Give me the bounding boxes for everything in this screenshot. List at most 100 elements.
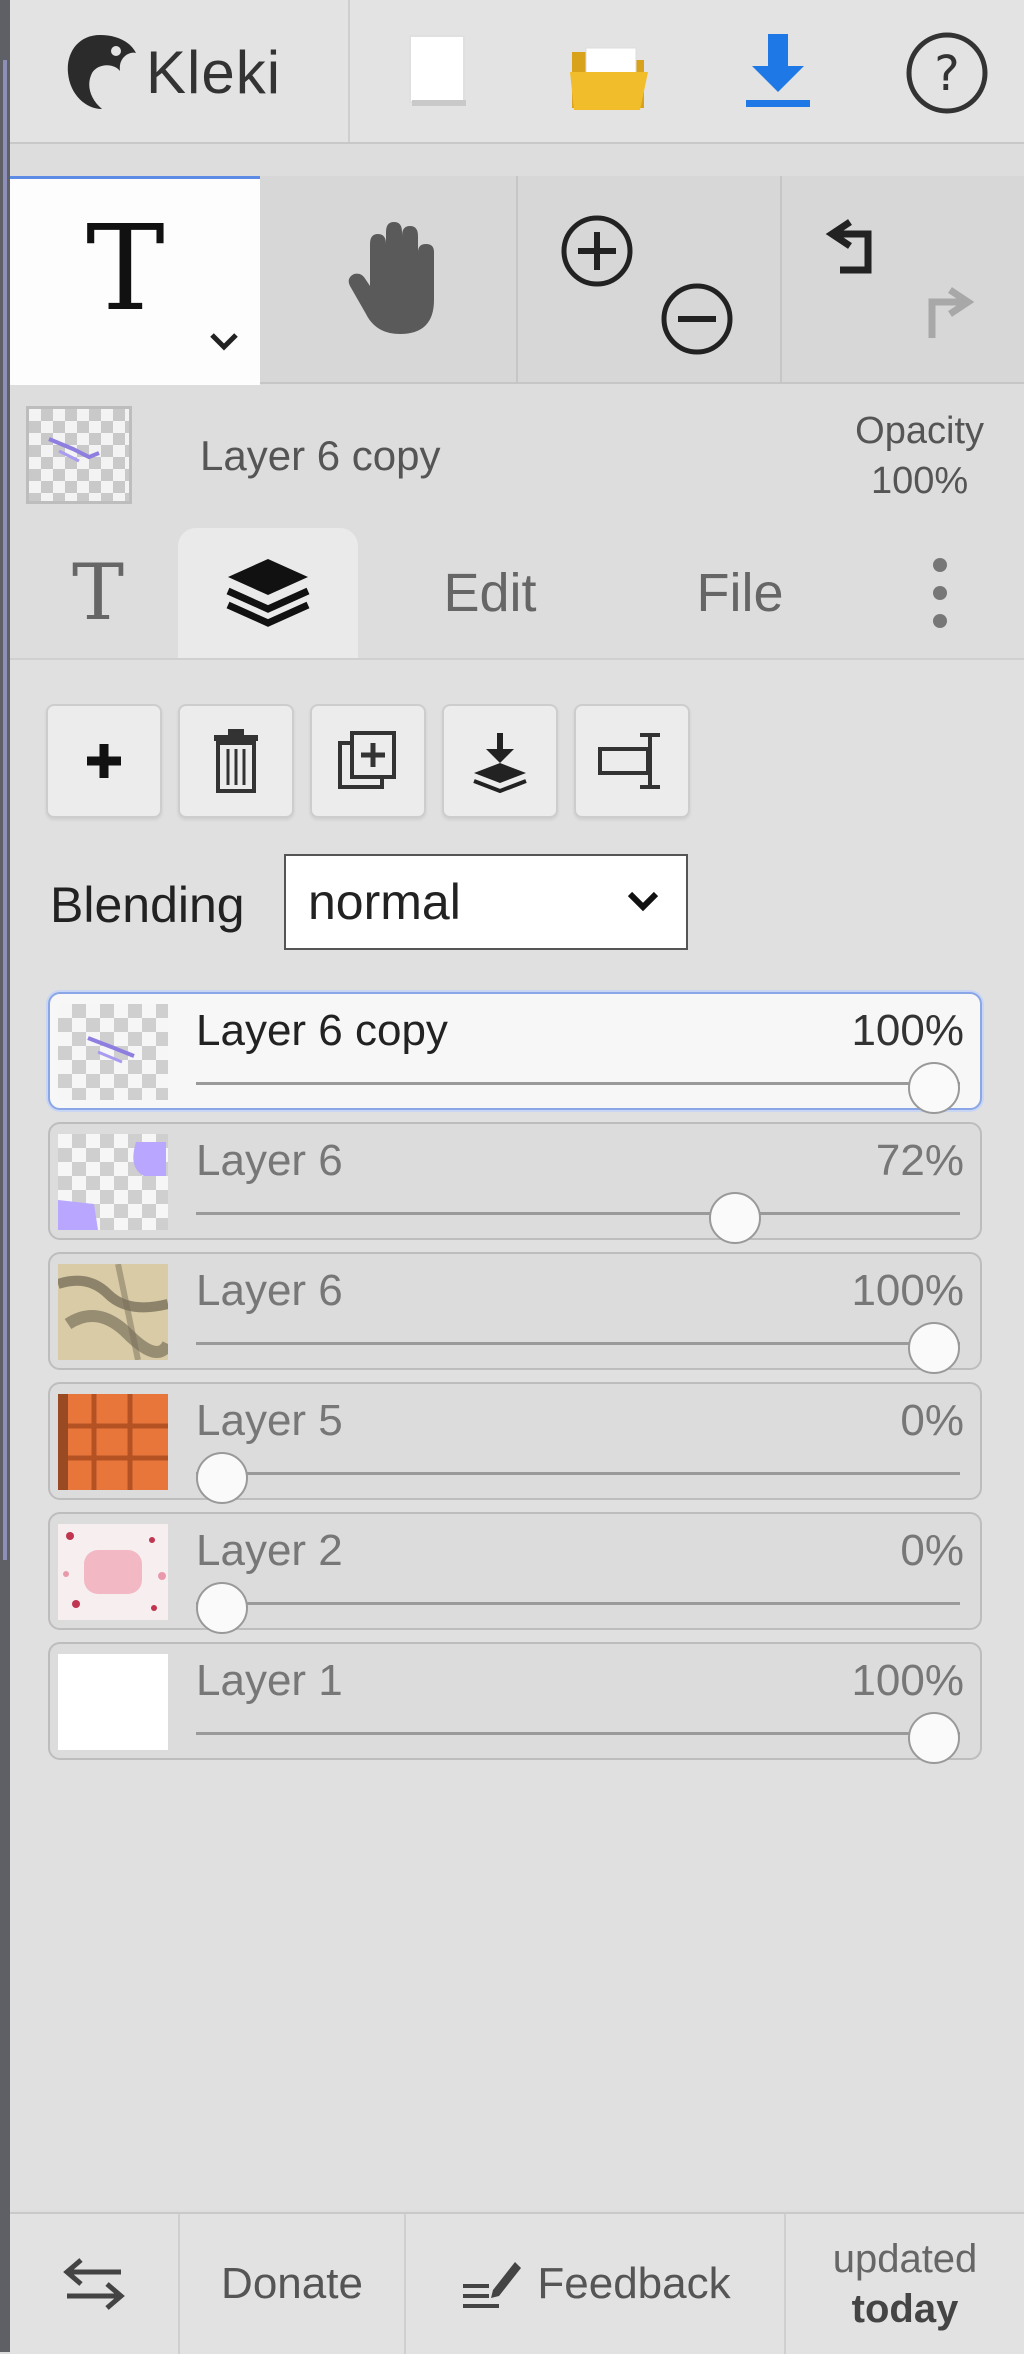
current-layer-thumbnail xyxy=(26,406,132,504)
opacity-slider-handle[interactable] xyxy=(196,1582,248,1634)
layer-name: Layer 6 copy xyxy=(196,1006,448,1055)
duplicate-icon xyxy=(338,731,396,789)
layer-thumbnail xyxy=(58,1134,168,1230)
thumbnail-sketch xyxy=(48,437,100,463)
tool-row: T xyxy=(10,176,1024,385)
merge-down-icon xyxy=(473,733,527,793)
layer-item[interactable]: Layer 2 0% xyxy=(48,1512,982,1634)
opacity-slider-handle[interactable] xyxy=(196,1452,248,1504)
opacity-slider-handle[interactable] xyxy=(908,1062,960,1114)
download-icon xyxy=(746,34,810,107)
blending-select[interactable]: normal xyxy=(284,854,688,950)
layer-item[interactable]: Layer 6 copy 100% xyxy=(48,992,982,1114)
layer-thumbnail xyxy=(58,1004,168,1100)
text-tool-button[interactable]: T xyxy=(10,176,260,385)
swap-arrows-icon xyxy=(63,2258,125,2310)
opacity-slider-handle[interactable] xyxy=(908,1322,960,1374)
zoom-out-icon xyxy=(661,283,733,355)
kleki-logo[interactable]: Kleki xyxy=(60,22,281,122)
hand-icon xyxy=(348,222,434,334)
merge-down-button[interactable] xyxy=(442,704,558,818)
current-layer-name: Layer 6 copy xyxy=(200,432,441,479)
download-button[interactable] xyxy=(740,30,816,117)
layer-name: Layer 2 xyxy=(196,1526,343,1575)
layer-thumbnail xyxy=(58,1524,168,1620)
tab-edit[interactable]: Edit xyxy=(380,528,600,658)
layer-item[interactable]: Layer 5 0% xyxy=(48,1382,982,1504)
updated-line-1: updated xyxy=(832,2237,978,2281)
donate-label: Donate xyxy=(221,2259,363,2308)
opacity-value: 100% xyxy=(870,460,969,502)
opacity-label: Opacity xyxy=(855,410,984,452)
divider xyxy=(780,176,782,382)
svg-text:?: ? xyxy=(934,46,959,102)
tab-layers[interactable] xyxy=(178,528,358,658)
updated-status: updated today xyxy=(833,2234,978,2334)
duplicate-layer-button[interactable] xyxy=(310,704,426,818)
layer-item[interactable]: Layer 6 72% xyxy=(48,1122,982,1244)
layer-name: Layer 6 xyxy=(196,1266,343,1315)
chevron-down-icon xyxy=(627,891,659,912)
rename-icon xyxy=(598,733,660,789)
panel-tabs: T Edit File xyxy=(10,528,1024,658)
chevron-down-icon[interactable] xyxy=(206,327,242,355)
tab-file-label: File xyxy=(696,563,784,623)
current-layer-info: Layer 6 copy Opacity 100% xyxy=(10,384,1024,514)
opacity-slider-track[interactable] xyxy=(196,1212,960,1215)
opacity-slider-track[interactable] xyxy=(196,1342,960,1345)
blending-value: normal xyxy=(308,874,461,930)
opacity-slider-track[interactable] xyxy=(196,1472,960,1475)
current-layer-opacity: Opacity 100% xyxy=(855,406,984,506)
layer-opacity: 100% xyxy=(851,1656,964,1705)
more-vertical-icon xyxy=(933,558,947,628)
layer-opacity: 0% xyxy=(900,1526,964,1575)
undo-icon xyxy=(825,219,872,274)
opacity-slider-track[interactable] xyxy=(196,1732,960,1735)
layer-opacity: 100% xyxy=(851,1266,964,1315)
layer-item[interactable]: Layer 1 100% xyxy=(48,1642,982,1764)
canvas-edge-accent xyxy=(3,60,7,1560)
zoom-out-button[interactable] xyxy=(658,280,736,363)
more-menu-button[interactable] xyxy=(890,528,990,658)
hand-tool-button[interactable] xyxy=(340,216,450,349)
zoom-in-icon xyxy=(561,215,633,287)
opacity-slider-track[interactable] xyxy=(196,1082,960,1085)
new-image-button[interactable] xyxy=(406,32,468,113)
text-tool-icon: T xyxy=(86,199,165,337)
zoom-in-button[interactable] xyxy=(558,212,636,295)
tab-file[interactable]: File xyxy=(620,528,860,658)
kleki-side-panel: Kleki ? T Layer 6 copy Opacity 100% T Ed… xyxy=(0,0,1024,2354)
rename-layer-button[interactable] xyxy=(574,704,690,818)
changelog-button[interactable]: updated today xyxy=(786,2214,1024,2354)
delete-layer-button[interactable] xyxy=(178,704,294,818)
undo-button[interactable] xyxy=(810,208,890,293)
thumbnail-frame xyxy=(63,1532,166,1611)
thumbnail-window xyxy=(58,1394,168,1490)
add-layer-button[interactable] xyxy=(46,704,162,818)
thumbnail-blobs xyxy=(58,1142,166,1230)
help-icon: ? xyxy=(906,32,988,114)
thumbnail-shadows xyxy=(58,1264,168,1360)
layer-item[interactable]: Layer 6 100% xyxy=(48,1252,982,1374)
swap-sides-button[interactable] xyxy=(10,2214,178,2354)
layer-name: Layer 5 xyxy=(196,1396,343,1445)
opacity-slider-handle[interactable] xyxy=(708,1192,761,1244)
divider xyxy=(516,176,518,382)
thumbnail-sketch xyxy=(87,1036,135,1064)
open-button[interactable] xyxy=(566,38,652,119)
opacity-slider-track[interactable] xyxy=(196,1602,960,1605)
tab-text-tool[interactable]: T xyxy=(28,528,168,658)
donate-button[interactable]: Donate xyxy=(180,2214,404,2354)
redo-button[interactable] xyxy=(910,276,990,361)
layer-thumbnail xyxy=(58,1394,168,1490)
layers-icon xyxy=(226,559,310,627)
tab-edit-label: Edit xyxy=(443,563,537,623)
layer-thumbnail xyxy=(58,1654,168,1750)
feedback-label: Feedback xyxy=(537,2259,731,2308)
feedback-button[interactable]: Feedback xyxy=(406,2214,784,2354)
opacity-slider-handle[interactable] xyxy=(908,1712,960,1764)
feedback-pen-icon xyxy=(463,2262,522,2308)
kleki-logo-icon xyxy=(67,35,136,109)
trash-icon xyxy=(214,729,258,793)
help-button[interactable]: ? xyxy=(904,30,990,121)
